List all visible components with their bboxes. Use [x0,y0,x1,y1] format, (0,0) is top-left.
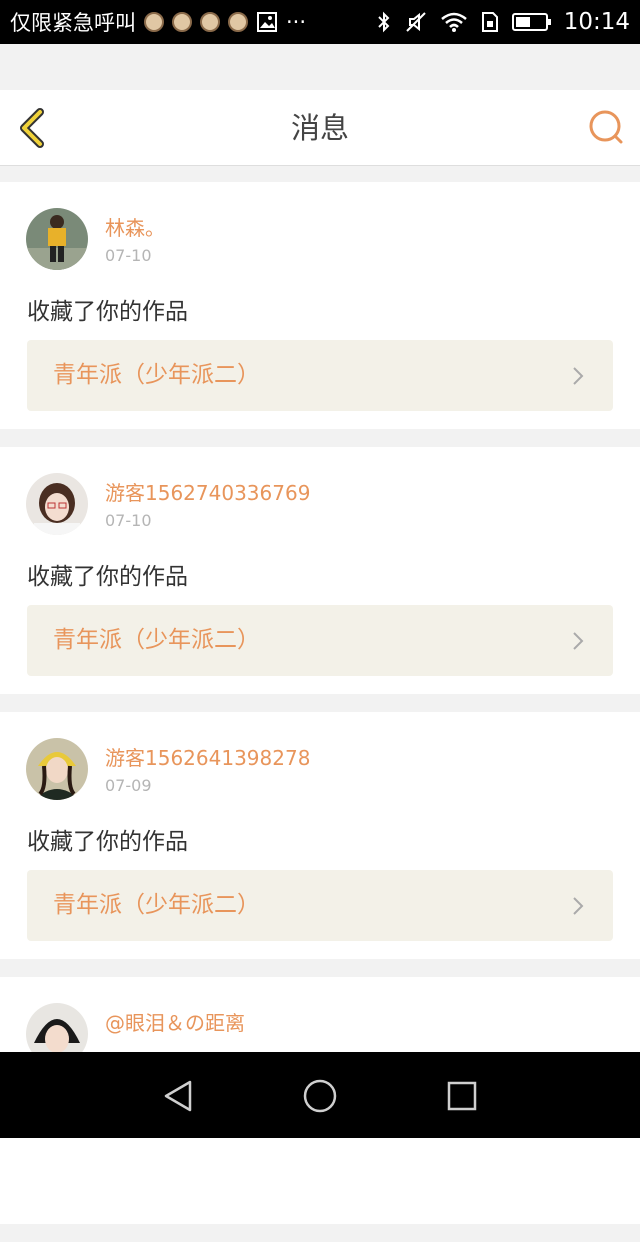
clock: 10:14 [563,9,630,35]
wifi-icon [440,12,467,32]
bluetooth-icon [377,11,390,33]
search-icon[interactable] [586,108,626,148]
sender-name[interactable]: 游客1562740336769 [105,477,310,506]
work-title: 青年派（少年派二） [53,627,260,653]
message-card: 林森。 07-10 收藏了你的作品 青年派（少年派二） [0,182,640,429]
avatar-icon [172,12,192,32]
page-title: 消息 [290,111,349,145]
work-link[interactable]: 青年派（少年派二） [27,605,613,676]
chevron-right-icon [573,632,584,650]
avatar[interactable] [26,473,88,535]
message-card: 游客1562641398278 07-09 收藏了你的作品 青年派（少年派二） [0,712,640,959]
avatar[interactable] [26,208,88,270]
navigation-bar [0,1052,640,1138]
avatar[interactable] [26,738,88,800]
battery-icon [511,13,551,31]
work-title: 青年派（少年派二） [53,892,260,918]
status-right: 10:14 [376,9,630,35]
sender-name[interactable]: @眼泪＆の距离 [105,1007,245,1036]
avatar-icon [200,12,220,32]
header: 消息 [0,90,640,166]
work-link[interactable]: 青年派（少年派二） [27,870,613,941]
avatar-icon [228,12,248,32]
recents-square-icon[interactable] [440,1074,484,1118]
work-title: 青年派（少年派二） [53,362,260,388]
message-action: 收藏了你的作品 [27,829,188,855]
sim-icon [481,12,498,32]
work-link[interactable]: 青年派（少年派二） [27,340,613,411]
sender-name[interactable]: 游客1562641398278 [105,742,310,771]
overflow-icon: ··· [286,10,307,34]
image-icon [257,12,277,32]
sender-name[interactable]: 林森。 [105,212,165,241]
message-date: 07-10 [105,511,152,530]
back-triangle-icon[interactable] [156,1074,200,1118]
message-date: 07-10 [105,246,152,265]
mute-icon [405,12,426,32]
message-date: 07-09 [105,776,152,795]
avatar-icon [144,12,164,32]
status-bar: 仅限紧急呼叫 ··· 10:14 [0,0,640,44]
top-gap [0,44,640,90]
chevron-right-icon [573,897,584,915]
chevron-right-icon [573,367,584,385]
status-left: 仅限紧急呼叫 ··· [10,7,306,37]
carrier-text: 仅限紧急呼叫 [10,11,136,35]
message-action: 收藏了你的作品 [27,564,188,590]
message-action: 收藏了你的作品 [27,299,188,325]
home-circle-icon[interactable] [298,1074,342,1118]
message-card: 游客1562740336769 07-10 收藏了你的作品 青年派（少年派二） [0,447,640,694]
